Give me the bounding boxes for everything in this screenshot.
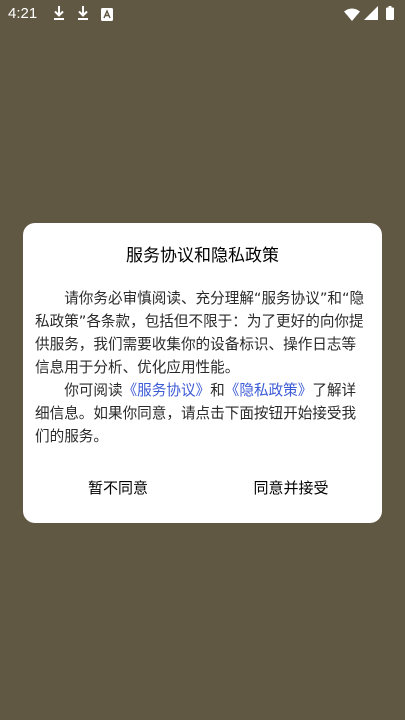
disagree-button[interactable]: 暂不同意: [73, 473, 163, 503]
signal-icon: [364, 5, 378, 24]
paragraph-2-prefix: 你可阅读: [64, 382, 123, 399]
dialog-body: 请你务必审慎阅读、充分理解“服务协议”和“隐私政策”各条款，包括但不限于：为了更…: [35, 287, 370, 448]
dialog-actions: 暂不同意 同意并接受: [23, 473, 382, 503]
battery-icon: [386, 5, 394, 24]
dialog-paragraph-1: 请你务必审慎阅读、充分理解“服务协议”和“隐私政策”各条款，包括但不限于：为了更…: [35, 290, 365, 376]
privacy-policy-link[interactable]: 《隐私政策》: [225, 382, 313, 399]
dialog-title: 服务协议和隐私政策: [126, 246, 279, 266]
status-bar: 4:21: [0, 0, 405, 28]
download-icon: [52, 5, 66, 25]
download-icon: [76, 5, 90, 25]
privacy-dialog: 服务协议和隐私政策 请你务必审慎阅读、充分理解“服务协议”和“隐私政策”各条款，…: [23, 223, 382, 523]
dialog-paragraph-2: 你可阅读《服务协议》和《隐私政策》了解详细信息。如果你同意，请点击下面按钮开始接…: [35, 379, 370, 448]
service-agreement-link[interactable]: 《服务协议》: [123, 382, 211, 399]
status-time: 4:21: [8, 5, 38, 22]
app-notification-icon: [101, 6, 113, 25]
paragraph-2-and: 和: [210, 382, 225, 399]
wifi-icon: [344, 6, 360, 25]
agree-button[interactable]: 同意并接受: [235, 473, 347, 503]
